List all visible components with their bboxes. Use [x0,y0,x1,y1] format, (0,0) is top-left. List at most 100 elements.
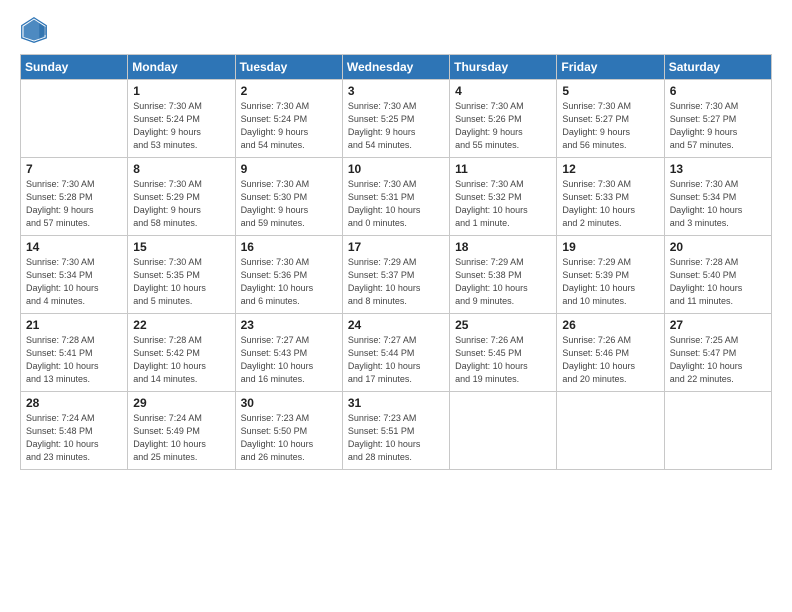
day-info: Sunrise: 7:27 AM Sunset: 5:43 PM Dayligh… [241,334,337,386]
day-cell: 11 Sunrise: 7:30 AM Sunset: 5:32 PM Dayli… [450,158,557,236]
day-cell: 5 Sunrise: 7:30 AM Sunset: 5:27 PM Daylig… [557,80,664,158]
col-header-sunday: Sunday [21,55,128,80]
day-cell: 1Sunrise: 7:30 AM Sunset: 5:24 PM Daylig… [128,80,235,158]
day-cell: 17 Sunrise: 7:29 AM Sunset: 5:37 PM Dayli… [342,236,449,314]
day-info: Sunrise: 7:25 AM Sunset: 5:47 PM Dayligh… [670,334,766,386]
day-number: 4 [455,84,551,98]
day-number: 21 [26,318,122,332]
day-cell [21,80,128,158]
day-cell: 25 Sunrise: 7:26 AM Sunset: 5:45 PM Dayli… [450,314,557,392]
day-cell: 29Sunrise: 7:24 AM Sunset: 5:49 PM Dayli… [128,392,235,470]
day-info: Sunrise: 7:28 AM Sunset: 5:40 PM Dayligh… [670,256,766,308]
day-info: Sunrise: 7:29 AM Sunset: 5:38 PM Dayligh… [455,256,551,308]
day-cell: 10 Sunrise: 7:30 AM Sunset: 5:31 PM Dayli… [342,158,449,236]
day-cell: 28 Sunrise: 7:24 AM Sunset: 5:48 PM Dayli… [21,392,128,470]
day-cell: 24Sunrise: 7:27 AM Sunset: 5:44 PM Dayli… [342,314,449,392]
day-cell [450,392,557,470]
day-number: 6 [670,84,766,98]
day-info: Sunrise: 7:30 AM Sunset: 5:34 PM Dayligh… [670,178,766,230]
calendar: SundayMondayTuesdayWednesdayThursdayFrid… [20,54,772,470]
day-cell: 7 Sunrise: 7:30 AM Sunset: 5:28 PM Daylig… [21,158,128,236]
day-number: 2 [241,84,337,98]
day-info: Sunrise: 7:30 AM Sunset: 5:34 PM Dayligh… [26,256,122,308]
week-row-1: 1Sunrise: 7:30 AM Sunset: 5:24 PM Daylig… [21,80,772,158]
day-number: 13 [670,162,766,176]
day-info: Sunrise: 7:30 AM Sunset: 5:24 PM Dayligh… [133,100,229,152]
day-cell: 23 Sunrise: 7:27 AM Sunset: 5:43 PM Dayli… [235,314,342,392]
day-info: Sunrise: 7:28 AM Sunset: 5:42 PM Dayligh… [133,334,229,386]
day-number: 14 [26,240,122,254]
day-cell: 8 Sunrise: 7:30 AM Sunset: 5:29 PM Daylig… [128,158,235,236]
day-info: Sunrise: 7:30 AM Sunset: 5:32 PM Dayligh… [455,178,551,230]
day-number: 15 [133,240,229,254]
day-info: Sunrise: 7:30 AM Sunset: 5:33 PM Dayligh… [562,178,658,230]
day-number: 28 [26,396,122,410]
day-info: Sunrise: 7:29 AM Sunset: 5:39 PM Dayligh… [562,256,658,308]
day-number: 10 [348,162,444,176]
day-number: 17 [348,240,444,254]
day-info: Sunrise: 7:26 AM Sunset: 5:46 PM Dayligh… [562,334,658,386]
day-number: 16 [241,240,337,254]
col-header-thursday: Thursday [450,55,557,80]
day-cell: 6Sunrise: 7:30 AM Sunset: 5:27 PM Daylig… [664,80,771,158]
day-number: 8 [133,162,229,176]
day-number: 12 [562,162,658,176]
calendar-header-row: SundayMondayTuesdayWednesdayThursdayFrid… [21,55,772,80]
day-info: Sunrise: 7:30 AM Sunset: 5:31 PM Dayligh… [348,178,444,230]
day-cell [664,392,771,470]
day-number: 20 [670,240,766,254]
day-cell [557,392,664,470]
col-header-monday: Monday [128,55,235,80]
logo-icon [20,16,48,44]
day-cell: 4 Sunrise: 7:30 AM Sunset: 5:26 PM Daylig… [450,80,557,158]
day-number: 11 [455,162,551,176]
day-info: Sunrise: 7:27 AM Sunset: 5:44 PM Dayligh… [348,334,444,386]
col-header-friday: Friday [557,55,664,80]
day-number: 18 [455,240,551,254]
day-info: Sunrise: 7:30 AM Sunset: 5:26 PM Dayligh… [455,100,551,152]
day-number: 3 [348,84,444,98]
col-header-wednesday: Wednesday [342,55,449,80]
day-number: 29 [133,396,229,410]
day-number: 23 [241,318,337,332]
col-header-tuesday: Tuesday [235,55,342,80]
week-row-5: 28 Sunrise: 7:24 AM Sunset: 5:48 PM Dayli… [21,392,772,470]
day-cell: 2 Sunrise: 7:30 AM Sunset: 5:24 PM Daylig… [235,80,342,158]
day-cell: 22 Sunrise: 7:28 AM Sunset: 5:42 PM Dayli… [128,314,235,392]
day-info: Sunrise: 7:23 AM Sunset: 5:50 PM Dayligh… [241,412,337,464]
day-cell: 9Sunrise: 7:30 AM Sunset: 5:30 PM Daylig… [235,158,342,236]
day-cell: 14 Sunrise: 7:30 AM Sunset: 5:34 PM Dayli… [21,236,128,314]
header [20,16,772,44]
day-info: Sunrise: 7:24 AM Sunset: 5:48 PM Dayligh… [26,412,122,464]
day-number: 5 [562,84,658,98]
day-number: 31 [348,396,444,410]
day-info: Sunrise: 7:26 AM Sunset: 5:45 PM Dayligh… [455,334,551,386]
day-info: Sunrise: 7:28 AM Sunset: 5:41 PM Dayligh… [26,334,122,386]
day-info: Sunrise: 7:29 AM Sunset: 5:37 PM Dayligh… [348,256,444,308]
day-info: Sunrise: 7:30 AM Sunset: 5:29 PM Dayligh… [133,178,229,230]
day-info: Sunrise: 7:23 AM Sunset: 5:51 PM Dayligh… [348,412,444,464]
day-cell: 13 Sunrise: 7:30 AM Sunset: 5:34 PM Dayli… [664,158,771,236]
day-number: 22 [133,318,229,332]
day-info: Sunrise: 7:30 AM Sunset: 5:30 PM Dayligh… [241,178,337,230]
day-number: 25 [455,318,551,332]
day-number: 19 [562,240,658,254]
week-row-4: 21 Sunrise: 7:28 AM Sunset: 5:41 PM Dayli… [21,314,772,392]
day-cell: 21 Sunrise: 7:28 AM Sunset: 5:41 PM Dayli… [21,314,128,392]
day-info: Sunrise: 7:30 AM Sunset: 5:28 PM Dayligh… [26,178,122,230]
day-cell: 16 Sunrise: 7:30 AM Sunset: 5:36 PM Dayli… [235,236,342,314]
day-info: Sunrise: 7:30 AM Sunset: 5:27 PM Dayligh… [562,100,658,152]
day-cell: 19 Sunrise: 7:29 AM Sunset: 5:39 PM Dayli… [557,236,664,314]
week-row-3: 14 Sunrise: 7:30 AM Sunset: 5:34 PM Dayli… [21,236,772,314]
day-info: Sunrise: 7:30 AM Sunset: 5:24 PM Dayligh… [241,100,337,152]
day-cell: 31 Sunrise: 7:23 AM Sunset: 5:51 PM Dayli… [342,392,449,470]
page: SundayMondayTuesdayWednesdayThursdayFrid… [0,0,792,480]
day-number: 27 [670,318,766,332]
day-number: 7 [26,162,122,176]
day-info: Sunrise: 7:30 AM Sunset: 5:36 PM Dayligh… [241,256,337,308]
col-header-saturday: Saturday [664,55,771,80]
day-cell: 20 Sunrise: 7:28 AM Sunset: 5:40 PM Dayli… [664,236,771,314]
day-cell: 27 Sunrise: 7:25 AM Sunset: 5:47 PM Dayli… [664,314,771,392]
day-info: Sunrise: 7:30 AM Sunset: 5:35 PM Dayligh… [133,256,229,308]
day-cell: 30Sunrise: 7:23 AM Sunset: 5:50 PM Dayli… [235,392,342,470]
